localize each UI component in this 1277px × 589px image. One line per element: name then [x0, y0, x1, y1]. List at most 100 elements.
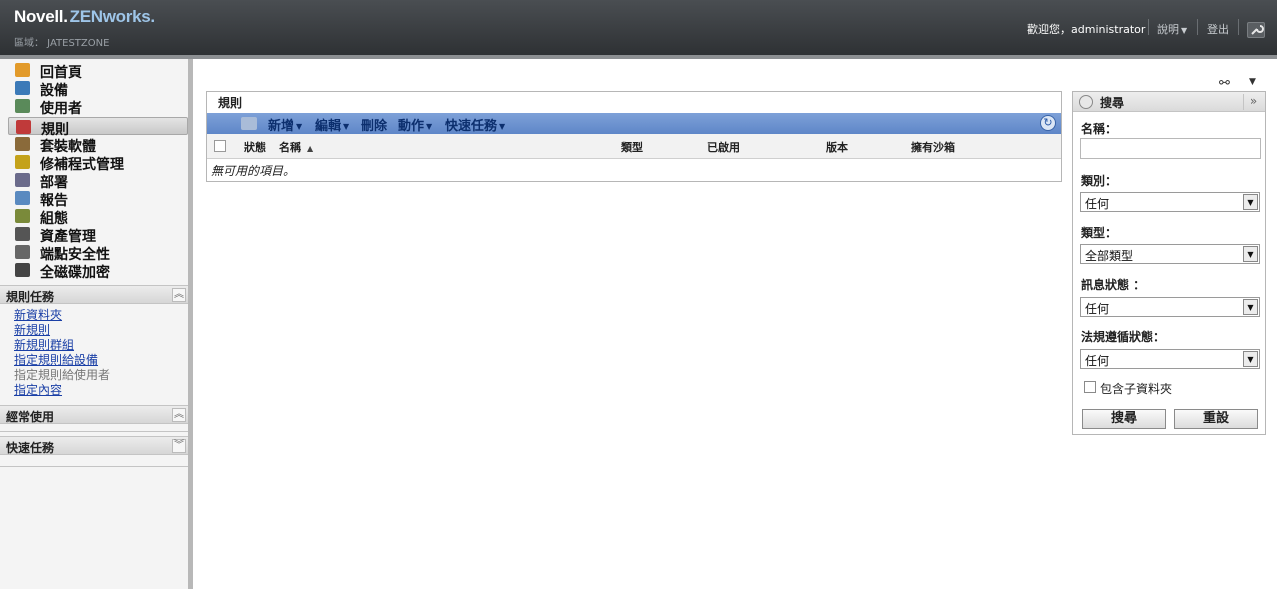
column-name[interactable]: 名稱 ▲	[279, 139, 313, 155]
edit-menu[interactable]: 編輯 ▼	[315, 115, 349, 134]
sidebar-item[interactable]: 端點安全性	[8, 243, 188, 263]
product-logo: Novell. ZENworks.	[14, 7, 155, 27]
search-button[interactable]: 搜尋	[1082, 409, 1166, 429]
type-value: 全部類型	[1085, 249, 1134, 263]
chevron-down-icon[interactable]: ▼	[1243, 194, 1258, 210]
sidebar-item-label: 全磁碟加密	[40, 265, 110, 281]
rules-panel: 規則 新增 ▼ 編輯 ▼ 刪除 動作 ▼ 快速任務 ▼ ↻ 狀態 名稱 ▲ 類型 已啟用 …	[206, 91, 1062, 182]
help-menu[interactable]: 說明 ▼	[1157, 21, 1187, 37]
report-icon	[15, 191, 30, 205]
sidebar-item[interactable]: 部署	[8, 171, 188, 191]
compliance-status-select[interactable]: 任何 ▼	[1080, 349, 1260, 369]
column-sandbox[interactable]: 擁有沙箱	[911, 139, 955, 155]
tools-button[interactable]	[1247, 22, 1265, 38]
wrench-icon	[1251, 25, 1264, 35]
shield-icon	[15, 155, 30, 169]
new-label: 新增	[268, 119, 295, 134]
sidebar-item[interactable]: 回首頁	[8, 61, 188, 81]
compliance-status-label: 法規遵循狀態：	[1081, 330, 1166, 344]
zone-label: 區域： JATESTZONE	[14, 38, 110, 49]
sidebar-item[interactable]: 設備	[8, 79, 188, 99]
chevron-down-icon: ▼	[499, 122, 506, 131]
brand-novell: Novell.	[14, 7, 68, 26]
collapse-panel-icon[interactable]: »	[1243, 94, 1263, 110]
table-header: 狀態 名稱 ▲ 類型 已啟用 版本 擁有沙箱	[207, 134, 1061, 159]
name-label: 名稱：	[1081, 122, 1118, 136]
home-icon	[15, 63, 30, 77]
chevron-down-icon[interactable]: ▼	[1243, 299, 1258, 315]
deploy-icon	[15, 173, 30, 187]
rules-toolbar: 新增 ▼ 編輯 ▼ 刪除 動作 ▼ 快速任務 ▼ ↻	[207, 113, 1061, 134]
bundle-icon	[15, 137, 30, 151]
policy-icon	[16, 120, 31, 134]
type-label: 類型：	[1081, 226, 1118, 240]
search-panel-title: 搜尋	[1100, 96, 1125, 110]
action-menu[interactable]: 動作 ▼	[398, 115, 432, 134]
header-divider	[1148, 19, 1149, 35]
include-subfolders-label: 包含子資料夾	[1100, 382, 1173, 396]
folder-up-icon[interactable]	[241, 117, 257, 130]
sidebar-item[interactable]: 修補程式管理	[8, 153, 188, 173]
chevron-down-icon: ▼	[1181, 26, 1188, 35]
message-status-label: 訊息狀態 ：	[1081, 278, 1146, 292]
category-label: 類別：	[1081, 174, 1118, 188]
sidebar-item[interactable]: 組態	[8, 207, 188, 227]
collapse-icon[interactable]: ︽	[172, 408, 186, 422]
search-panel: 搜尋 » 名稱： 類別： 任何 ▼ 類型： 全部類型 ▼ 訊息狀態 ： 任何 ▼…	[1072, 91, 1266, 435]
policy-tasks-header[interactable]: 規則任務 ︽	[0, 285, 188, 304]
lock-icon	[15, 245, 30, 259]
category-select[interactable]: 任何 ▼	[1080, 192, 1260, 212]
sidebar-item[interactable]: 全磁碟加密	[8, 261, 188, 281]
column-name-label: 名稱	[279, 141, 301, 154]
rules-panel-title: 規則	[218, 96, 243, 110]
sidebar-splitter[interactable]	[188, 59, 193, 589]
compliance-status-value: 任何	[1085, 354, 1110, 368]
chevron-down-icon[interactable]: ▼	[1243, 351, 1258, 367]
sidebar-item[interactable]: 使用者	[8, 97, 188, 117]
users-icon	[15, 99, 30, 113]
empty-message: 無可用的項目。	[211, 164, 296, 178]
task-link[interactable]: 指定內容	[14, 381, 62, 398]
column-type[interactable]: 類型	[621, 139, 643, 155]
reset-button[interactable]: 重設	[1174, 409, 1258, 429]
sidebar-item[interactable]: 報告	[8, 189, 188, 209]
asset-icon	[15, 227, 30, 241]
frequently-used-title: 經常使用	[6, 410, 55, 424]
header-divider	[1197, 19, 1198, 35]
disk-icon	[15, 263, 30, 277]
chevron-down-icon[interactable]: ▼	[1249, 77, 1256, 87]
select-all-checkbox[interactable]	[214, 140, 226, 152]
policy-tasks-title: 規則任務	[6, 290, 55, 304]
brand-zenworks: ZENworks.	[69, 7, 155, 26]
sidebar-item[interactable]: 套裝軟體	[8, 135, 188, 155]
app-header: Novell. ZENworks. 區域： JATESTZONE 歡迎您，admi…	[0, 0, 1277, 55]
frequently-used-header[interactable]: 經常使用 ︽	[0, 405, 188, 424]
collapse-icon[interactable]: ︽	[172, 288, 186, 302]
header-divider	[1238, 19, 1239, 35]
name-input[interactable]	[1080, 138, 1261, 159]
sidebar-item[interactable]: 規則	[8, 117, 188, 138]
expand-icon[interactable]: ︾	[172, 439, 186, 453]
link-icon[interactable]: ⚯	[1219, 76, 1230, 91]
search-icon	[1079, 95, 1093, 109]
quick-tasks-menu[interactable]: 快速任務 ▼	[445, 115, 505, 134]
column-version[interactable]: 版本	[826, 139, 848, 155]
edit-label: 編輯	[315, 119, 342, 134]
quick-tasks-header[interactable]: 快速任務 ︾	[0, 436, 188, 455]
quick-tasks-label: 快速任務	[445, 119, 498, 134]
delete-button[interactable]: 刪除	[361, 115, 387, 134]
message-status-select[interactable]: 任何 ▼	[1080, 297, 1260, 317]
include-subfolders-checkbox[interactable]	[1084, 381, 1096, 393]
quick-tasks-title: 快速任務	[6, 441, 55, 455]
chevron-down-icon[interactable]: ▼	[1243, 246, 1258, 262]
logout-link[interactable]: 登出	[1207, 21, 1229, 37]
refresh-icon[interactable]: ↻	[1040, 115, 1056, 131]
sidebar-item[interactable]: 資產管理	[8, 225, 188, 245]
type-select[interactable]: 全部類型 ▼	[1080, 244, 1260, 264]
column-enabled[interactable]: 已啟用	[707, 139, 740, 155]
welcome-text: 歡迎您，administrator	[1027, 23, 1146, 36]
new-menu[interactable]: 新增 ▼	[268, 115, 302, 134]
column-status[interactable]: 狀態	[244, 139, 266, 155]
message-status-value: 任何	[1085, 302, 1110, 316]
wrench-icon	[15, 209, 30, 223]
